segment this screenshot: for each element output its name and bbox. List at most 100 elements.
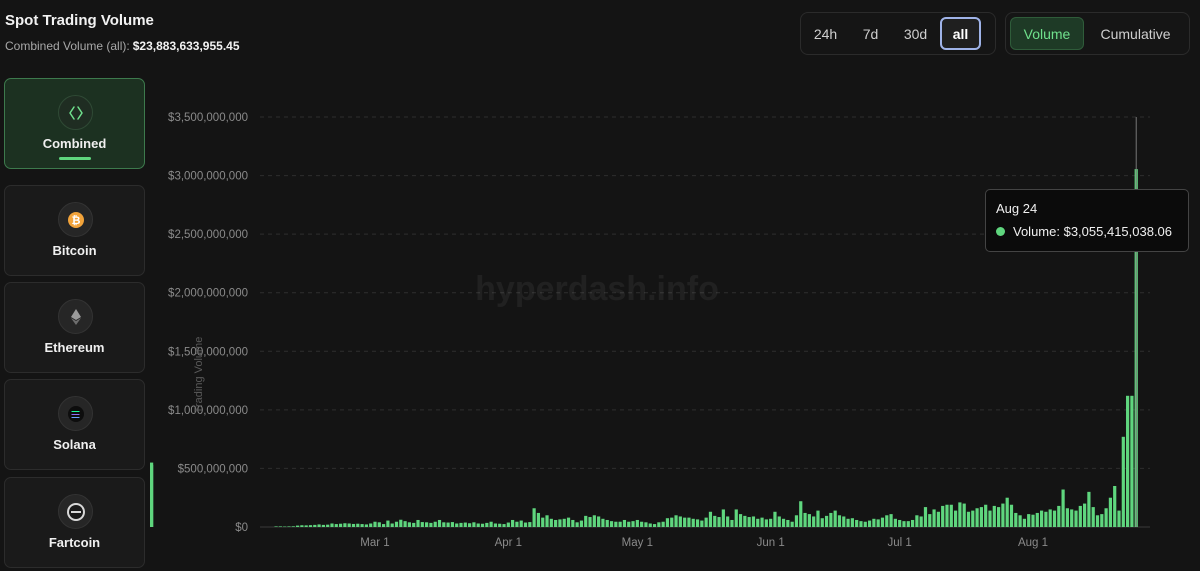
volume-bar [334, 524, 338, 527]
volume-chart: $0 $500,000,000 $1,000,000,000 $1,500,000,0… [150, 112, 1150, 549]
volume-bar [377, 522, 381, 527]
volume-bar [640, 521, 644, 527]
volume-bar [1031, 514, 1035, 527]
volume-bar [1070, 509, 1074, 527]
volume-bar [631, 521, 635, 527]
volume-bar [356, 523, 360, 527]
volume-bar [984, 504, 988, 527]
volume-bar [721, 509, 725, 527]
asset-label-ethereum: Ethereum [44, 340, 105, 355]
y-tick-label: $1,000,000,000 [168, 405, 248, 417]
volume-bar [906, 521, 910, 527]
volume-bar [399, 519, 403, 527]
volume-bar [480, 523, 485, 527]
volume-bar [566, 517, 571, 527]
asset-card-bitcoin[interactable]: ₿ Bitcoin [4, 185, 145, 276]
fartcoin-icon [58, 494, 93, 529]
volume-bar [1065, 508, 1069, 527]
volume-bar [347, 523, 351, 527]
volume-bar [695, 519, 700, 527]
volume-bar [274, 526, 278, 527]
volume-bar [992, 505, 996, 527]
volume-bar [1087, 491, 1091, 527]
volume-bar [743, 515, 747, 527]
volume-bar [910, 519, 915, 527]
solana-icon [58, 396, 93, 431]
volume-bar [498, 523, 502, 527]
asset-card-combined[interactable]: Combined [4, 78, 145, 169]
volume-bar [842, 516, 846, 527]
volume-bar [678, 516, 682, 527]
volume-bar [953, 510, 958, 527]
volume-bar [644, 522, 648, 527]
volume-bar [859, 521, 863, 527]
volume-bar [760, 517, 764, 527]
hover-tooltip: Aug 24 Volume: $3,055,415,038.06 [985, 189, 1189, 252]
x-axis-labels: Mar 1 Apr 1 May 1 Jun 1 Jul 1 Aug 1 [360, 537, 1048, 549]
tooltip-volume-row: Volume: $3,055,415,038.06 [996, 224, 1178, 239]
volume-bar [549, 518, 553, 527]
volume-bar [511, 519, 515, 527]
asset-card-fartcoin[interactable]: Fartcoin [4, 477, 145, 568]
mode-volume-button[interactable]: Volume [1010, 17, 1084, 50]
volume-bar [364, 524, 368, 527]
volume-bar [790, 521, 794, 527]
volume-bar [360, 524, 364, 527]
volume-bar [321, 524, 325, 527]
tooltip-volume: Volume: $3,055,415,038.06 [1013, 224, 1173, 239]
volume-bar [665, 518, 670, 527]
volume-bar [893, 518, 897, 527]
volume-bar [1018, 515, 1022, 527]
volume-bar [1005, 497, 1009, 527]
volume-bar [536, 512, 541, 527]
volume-bar [1130, 395, 1134, 527]
volume-bar [1074, 510, 1078, 527]
volume-bar [369, 523, 373, 527]
volume-bar [597, 516, 601, 527]
x-tick-label: Jun 1 [757, 537, 785, 549]
asset-label-fartcoin: Fartcoin [48, 535, 101, 550]
volume-bar [764, 519, 768, 527]
volume-bar [979, 507, 983, 527]
time-range-24h-button[interactable]: 24h [805, 17, 846, 50]
asset-card-ethereum[interactable]: Ethereum [4, 282, 145, 373]
volume-bar [657, 522, 661, 527]
volume-bar [635, 519, 639, 527]
volume-bar [571, 519, 575, 527]
volume-bar [769, 518, 773, 527]
asset-label-solana: Solana [53, 437, 96, 452]
volume-bar [588, 517, 592, 527]
volume-bar [614, 521, 618, 527]
mode-cumulative-button[interactable]: Cumulative [1088, 17, 1183, 50]
y-tick-label: $3,000,000,000 [168, 171, 248, 183]
volume-bar [855, 519, 859, 527]
volume-bar [558, 519, 562, 527]
volume-bar [652, 524, 657, 527]
volume-bar [648, 523, 652, 527]
time-range-7d-button[interactable]: 7d [850, 17, 891, 50]
x-tick-label: Aug 1 [1018, 537, 1048, 549]
x-tick-label: Jul 1 [888, 537, 912, 549]
volume-bar [919, 516, 923, 527]
volume-bar [902, 521, 906, 527]
volume-bar [437, 519, 442, 527]
volume-bar [532, 508, 536, 527]
volume-bar [704, 517, 708, 527]
volume-bar [1126, 395, 1130, 527]
asset-card-solana[interactable]: Solana [4, 379, 145, 470]
time-range-30d-button[interactable]: 30d [895, 17, 936, 50]
tooltip-date: Aug 24 [996, 201, 1038, 216]
volume-bar [812, 516, 816, 527]
volume-bar [1104, 508, 1108, 527]
volume-bar [751, 516, 756, 527]
volume-bar [683, 517, 687, 527]
volume-bar [382, 524, 386, 527]
volume-bar [915, 515, 919, 527]
volume-bar [867, 520, 872, 527]
volume-bar [472, 522, 476, 527]
volume-bar [1027, 514, 1031, 527]
volume-bar [1048, 509, 1052, 527]
volume-bar [726, 516, 730, 527]
time-range-all-button[interactable]: all [940, 17, 981, 50]
volume-bar [824, 515, 829, 527]
